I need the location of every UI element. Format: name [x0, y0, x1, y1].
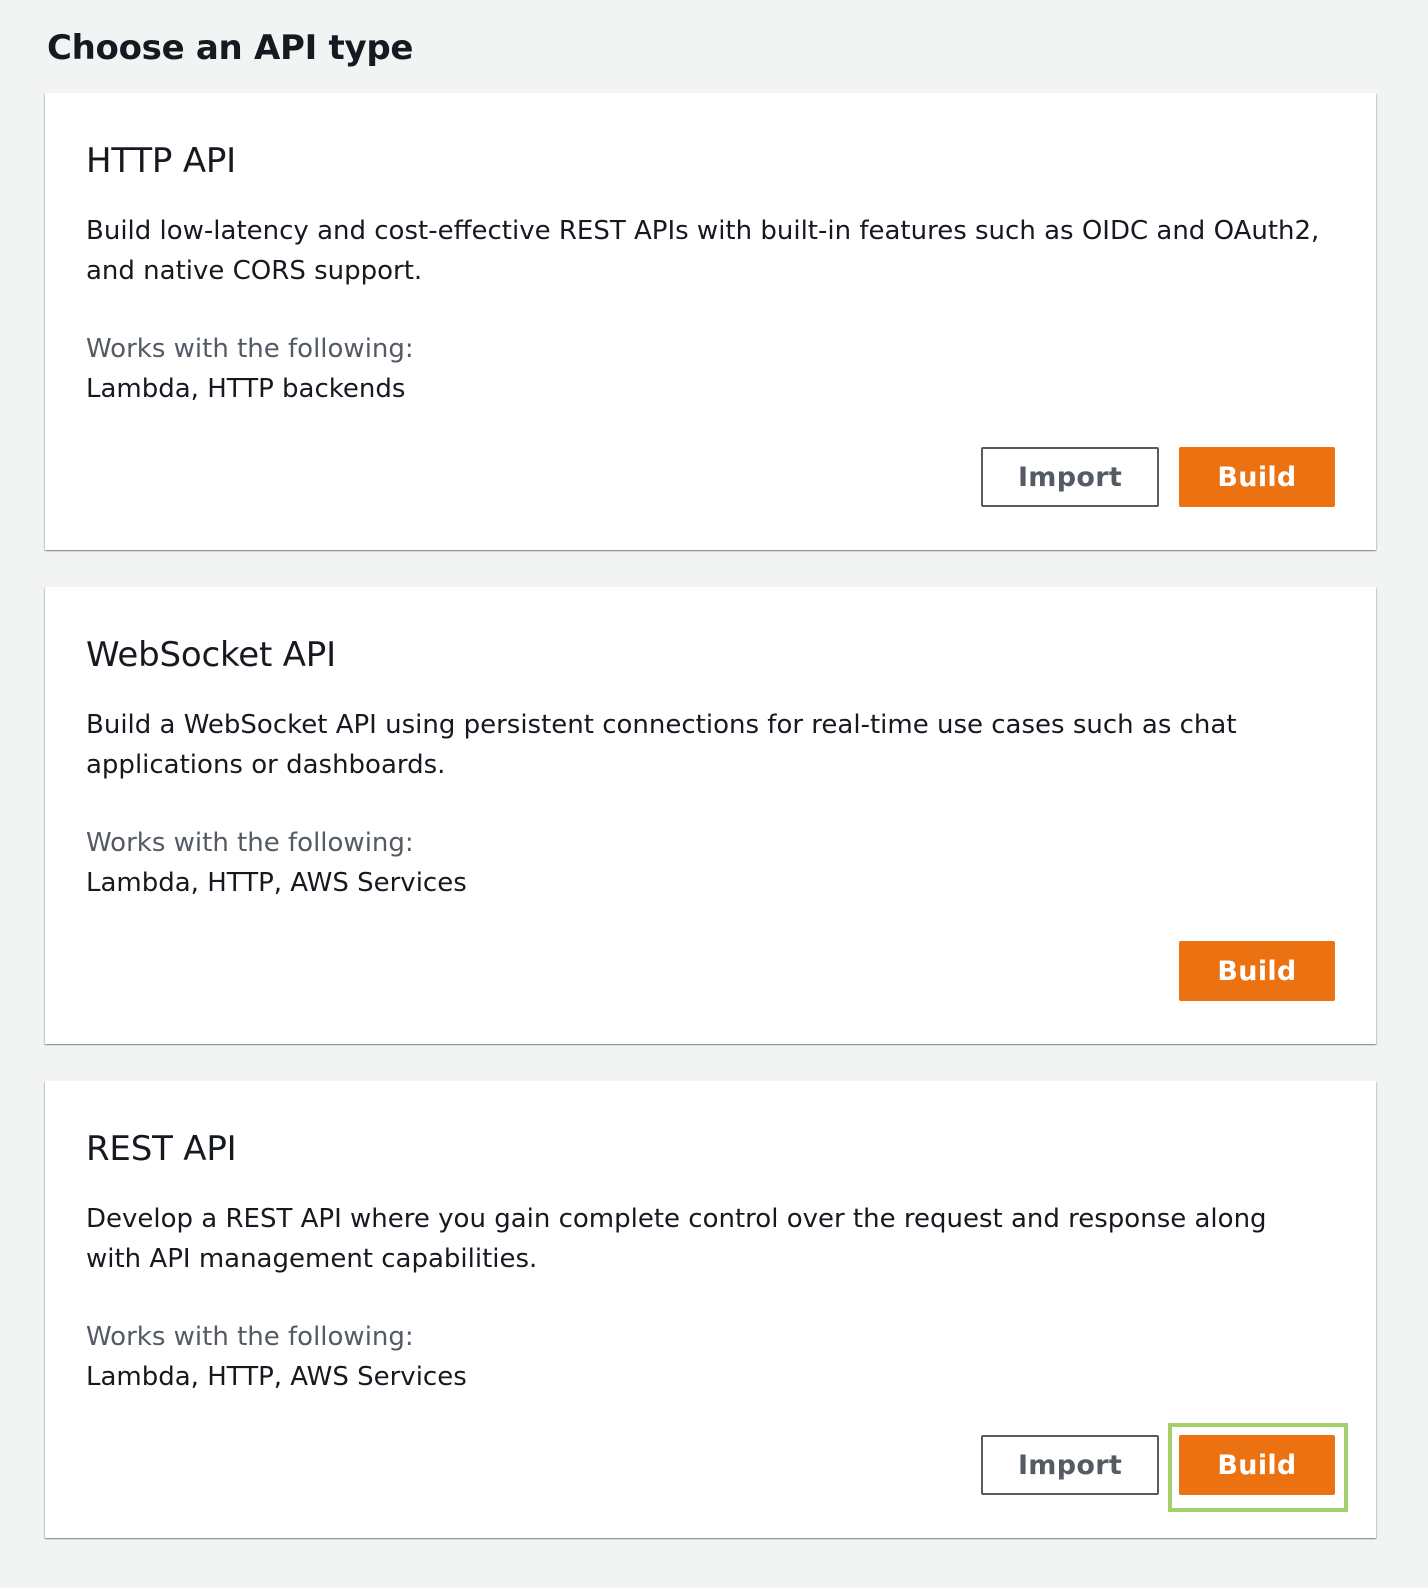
works-with-value: Lambda, HTTP, AWS Services: [86, 1362, 467, 1392]
card-title: REST API: [86, 1129, 237, 1169]
works-with-label: Works with the following:: [86, 1322, 414, 1352]
page-title: Choose an API type: [47, 28, 414, 68]
card-description: Build low-latency and cost-effective RES…: [86, 216, 1320, 286]
card-rest-api: REST API Develop a REST API where you ga…: [45, 1081, 1376, 1538]
works-with-value: Lambda, HTTP, AWS Services: [86, 868, 467, 898]
works-with-value: Lambda, HTTP backends: [86, 374, 406, 404]
rest-api-import-button[interactable]: Import: [981, 1435, 1159, 1495]
websocket-api-build-button[interactable]: Build: [1179, 941, 1335, 1001]
card-description: Develop a REST API where you gain comple…: [86, 1204, 1267, 1274]
card-title: HTTP API: [86, 141, 237, 181]
card-websocket-api: WebSocket API Build a WebSocket API usin…: [45, 587, 1376, 1044]
works-with-label: Works with the following:: [86, 334, 414, 364]
works-with-label: Works with the following:: [86, 828, 414, 858]
card-title: WebSocket API: [86, 635, 336, 675]
card-http-api: HTTP API Build low-latency and cost-effe…: [45, 93, 1376, 550]
http-api-build-button[interactable]: Build: [1179, 447, 1335, 507]
card-description: Build a WebSocket API using persistent c…: [86, 710, 1237, 780]
rest-api-build-button[interactable]: Build: [1179, 1435, 1335, 1495]
http-api-import-button[interactable]: Import: [981, 447, 1159, 507]
